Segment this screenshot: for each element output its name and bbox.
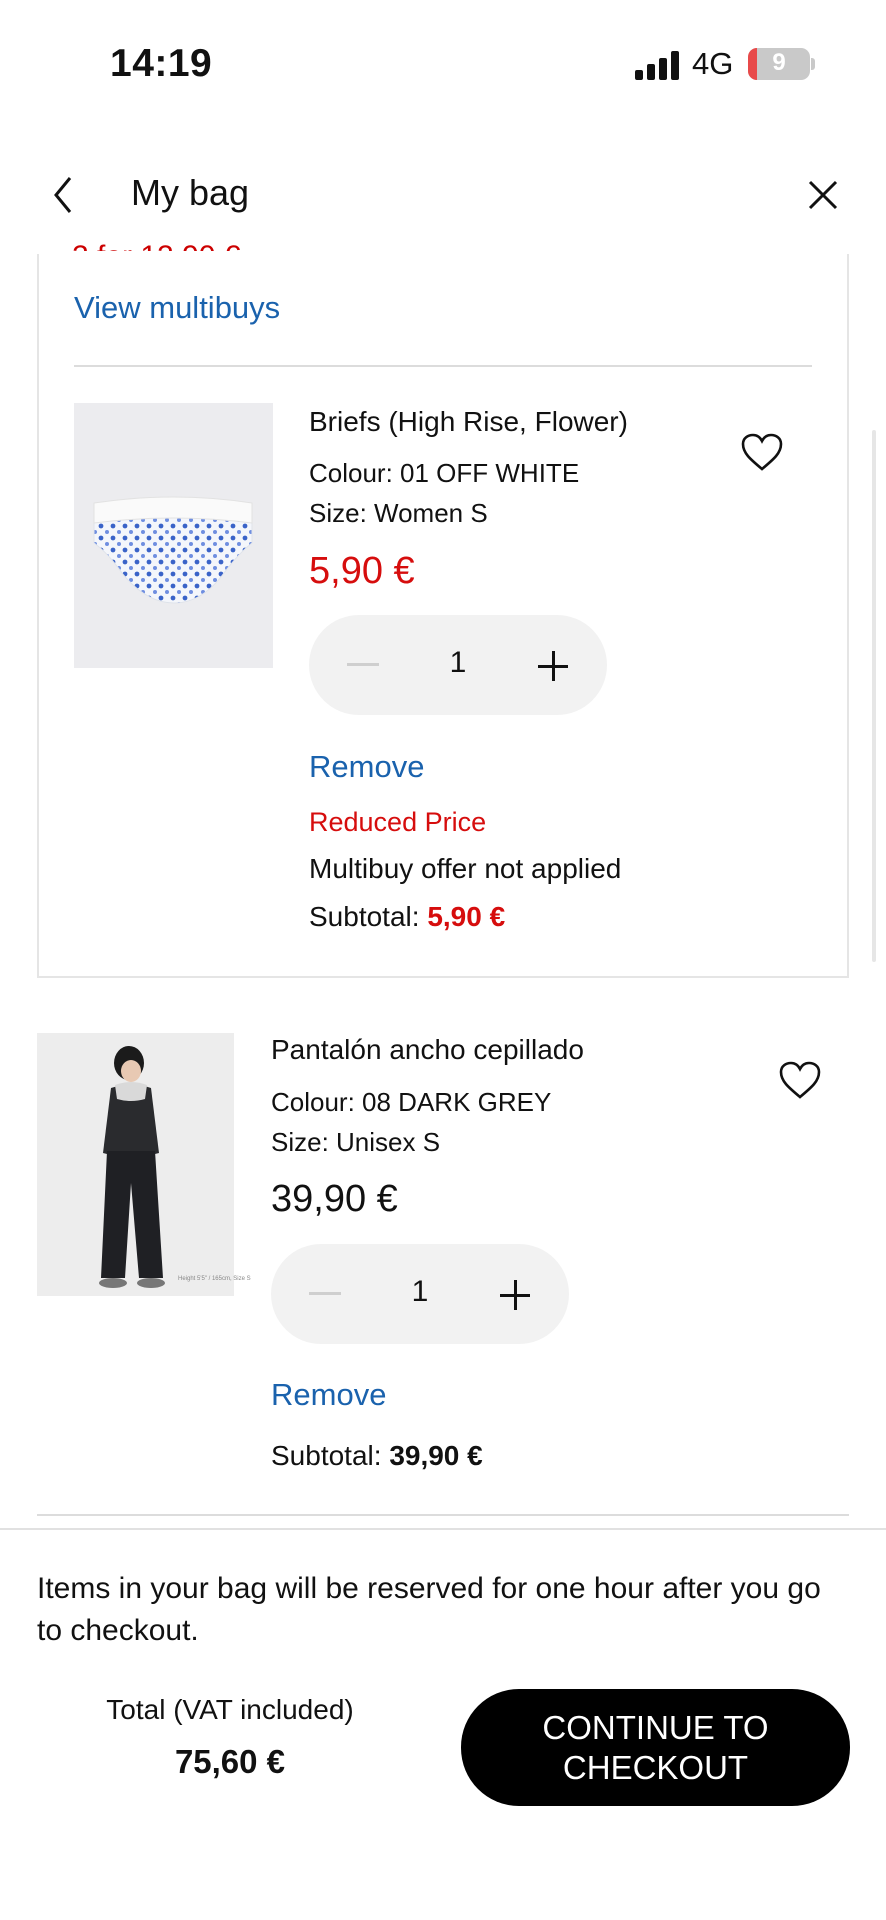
subtotal-value: 39,90 € [389,1440,483,1471]
favorite-heart-icon[interactable] [740,432,784,472]
scrollbar[interactable] [872,430,876,962]
remove-link[interactable]: Remove [271,1377,386,1413]
image-caption: Height 5'5" / 165cm, Size S [178,1276,251,1282]
product-price: 39,90 € [271,1178,398,1220]
product-price: 5,90 € [309,550,415,592]
reservation-note: Items in your bag will be reserved for o… [37,1572,821,1647]
battery-tip [811,58,815,70]
increase-button[interactable] [500,1280,530,1310]
subtotal: Subtotal: 39,90 € [271,1440,483,1472]
divider [74,365,812,367]
quantity-stepper: 1 [309,615,607,715]
view-multibuys-link[interactable]: View multibuys [74,290,280,326]
continue-to-checkout-button[interactable]: CONTINUE TO CHECKOUT [461,1689,850,1806]
network-type: 4G [692,46,734,81]
product-image-pants[interactable] [37,1033,234,1296]
total-label: Total (VAT included) [106,1694,354,1725]
quantity-stepper: 1 [271,1244,569,1344]
footer-divider [0,1528,886,1530]
favorite-heart-icon[interactable] [778,1060,822,1100]
increase-button[interactable] [538,651,568,681]
page-title: My bag [131,172,250,213]
product-colour: Colour: 08 DARK GREY [271,1087,552,1117]
product-name[interactable]: Pantalón ancho cepillado [271,1034,584,1066]
subtotal-label: Subtotal: [271,1440,390,1471]
back-icon[interactable] [48,172,78,218]
multibuy-note: Multibuy offer not applied [309,853,622,884]
remove-link[interactable]: Remove [309,749,424,785]
product-colour: Colour: 01 OFF WHITE [309,458,580,488]
close-icon[interactable] [806,178,840,212]
product-name[interactable]: Briefs (High Rise, Flower) [309,406,628,438]
product-image-briefs[interactable] [74,403,273,668]
product-size: Size: Unisex S [271,1127,441,1157]
battery-percent: 9 [772,49,786,76]
subtotal-value: 5,90 € [427,901,506,932]
reduced-price-label: Reduced Price [309,807,487,837]
product-size: Size: Women S [309,498,488,528]
signal-icon [635,50,681,80]
status-time: 14:19 [110,42,213,85]
total-value: 75,60 € [174,1743,286,1780]
subtotal-label: Subtotal: [309,901,428,932]
subtotal: Subtotal: 5,90 € [309,901,505,933]
battery-icon: 9 [748,48,810,80]
divider [37,1514,849,1516]
